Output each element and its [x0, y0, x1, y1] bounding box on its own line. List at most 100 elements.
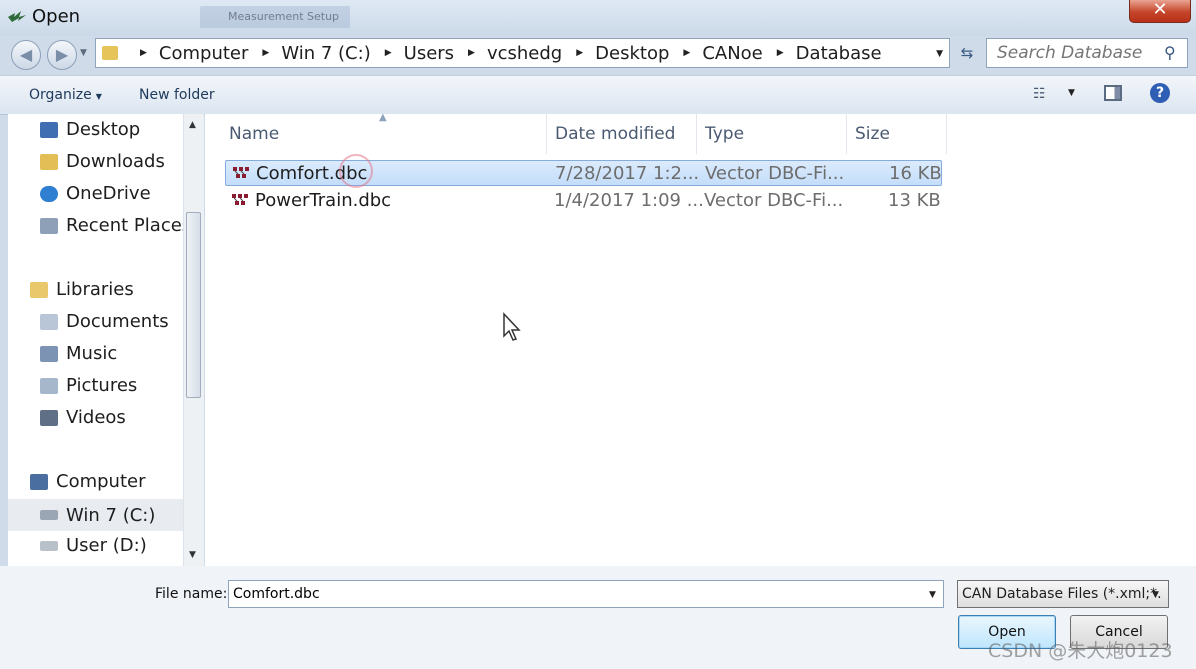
search-input[interactable]	[986, 38, 1188, 68]
chevron-down-icon: ▼	[95, 92, 102, 101]
sidebar-item-pictures[interactable]: Pictures	[40, 375, 137, 396]
dbc-file-icon	[232, 194, 248, 205]
music-icon	[40, 345, 58, 362]
navigation-scrollbar[interactable]: ▲ ▼	[183, 114, 204, 566]
sidebar-item-music[interactable]: Music	[40, 343, 117, 364]
column-divider[interactable]	[946, 114, 947, 154]
column-divider[interactable]	[546, 114, 547, 154]
sidebar-item-recent-places[interactable]: Recent Places	[40, 215, 191, 236]
preview-pane-icon[interactable]	[1104, 85, 1122, 101]
recent-places-icon	[40, 217, 58, 234]
background-window-title: Measurement Setup	[200, 6, 350, 28]
file-row-powertrain[interactable]: PowerTrain.dbc 1/4/2017 1:09 ... Vector …	[225, 188, 942, 214]
search-icon[interactable]: ⚲	[1164, 43, 1176, 62]
breadcrumb-item-canoe[interactable]: CANoe	[702, 43, 762, 64]
scroll-down-arrow-icon[interactable]: ▼	[189, 550, 196, 560]
breadcrumb-item-desktop[interactable]: Desktop	[595, 43, 669, 64]
documents-icon	[40, 313, 58, 330]
sidebar-item-drive-d[interactable]: User (D:)	[40, 535, 147, 556]
libraries-icon	[30, 281, 48, 298]
column-header-size[interactable]: Size	[855, 114, 890, 154]
address-dropdown-icon[interactable]: ▼	[936, 49, 943, 59]
help-icon[interactable]: ?	[1150, 83, 1170, 103]
view-options-icon[interactable]: ☷	[1033, 86, 1055, 102]
close-button[interactable]: ✕	[1129, 0, 1191, 23]
new-folder-button[interactable]: New folder	[139, 87, 215, 103]
sidebar-item-label: Win 7 (C:)	[66, 504, 156, 526]
column-divider[interactable]	[696, 114, 697, 154]
file-date-modified: 1/4/2017 1:09 ...	[554, 190, 704, 211]
sidebar-item-label: Pictures	[66, 375, 138, 396]
column-header-date-modified[interactable]: Date modified	[555, 114, 675, 154]
sidebar-item-videos[interactable]: Videos	[40, 407, 126, 428]
sidebar-item-label: Desktop	[66, 119, 141, 140]
organize-button[interactable]: Organize ▼	[29, 87, 102, 103]
breadcrumb-item-database[interactable]: Database	[796, 43, 882, 64]
breadcrumb-separator-icon[interactable]: ▶	[262, 48, 269, 58]
forward-button[interactable]: ▶	[47, 40, 77, 70]
breadcrumb-separator-icon[interactable]: ▶	[140, 48, 147, 58]
sidebar-item-drive-c[interactable]: Win 7 (C:)	[8, 499, 183, 531]
file-name-input[interactable]	[228, 580, 944, 608]
breadcrumb-item-computer[interactable]: Computer	[159, 43, 248, 64]
column-divider[interactable]	[846, 114, 847, 154]
drive-icon	[40, 510, 58, 520]
sidebar-item-libraries[interactable]: Libraries	[30, 279, 134, 300]
sidebar-item-label: Libraries	[56, 279, 134, 300]
file-type-select[interactable]: CAN Database Files (*.xml;*.	[957, 580, 1169, 608]
breadcrumb-separator-icon[interactable]: ▶	[777, 48, 784, 58]
sidebar-item-downloads[interactable]: Downloads	[40, 151, 165, 172]
file-name-dropdown-icon[interactable]: ▼	[929, 590, 936, 600]
computer-icon	[30, 473, 48, 490]
app-icon	[8, 11, 26, 22]
sidebar-item-label: Music	[66, 343, 118, 364]
file-type: Vector DBC-Fi...	[704, 190, 844, 211]
file-date-modified: 7/28/2017 1:2...	[555, 163, 700, 184]
file-type-dropdown-icon[interactable]: ▼	[1152, 590, 1159, 600]
sort-ascending-icon: ▲	[379, 112, 387, 123]
desktop-icon	[40, 121, 58, 138]
window-title: Open	[32, 6, 81, 27]
file-name: PowerTrain.dbc	[255, 190, 392, 211]
downloads-folder-icon	[40, 153, 58, 170]
breadcrumb-separator-icon[interactable]: ▶	[576, 48, 583, 58]
address-bar[interactable]: ▶ Computer ▶ Win 7 (C:) ▶ Users ▶ vcshed…	[95, 38, 950, 68]
sidebar-item-computer[interactable]: Computer	[30, 471, 145, 492]
breadcrumb: ▶ Computer ▶ Win 7 (C:) ▶ Users ▶ vcshed…	[126, 39, 882, 67]
sidebar-item-label: Documents	[66, 311, 169, 332]
command-bar: Organize ▼ New folder ☷ ▼ ?	[0, 75, 1196, 115]
sidebar-item-label: Recent Places	[66, 215, 192, 236]
sidebar-item-label: Downloads	[66, 151, 165, 172]
scrollbar-thumb[interactable]	[186, 212, 201, 398]
sidebar-item-desktop[interactable]: Desktop	[40, 119, 140, 140]
breadcrumb-item-drive[interactable]: Win 7 (C:)	[281, 43, 370, 64]
sidebar-item-documents[interactable]: Documents	[40, 311, 169, 332]
sidebar-item-onedrive[interactable]: OneDrive	[40, 183, 151, 204]
pictures-icon	[40, 377, 58, 394]
breadcrumb-item-users[interactable]: Users	[404, 43, 454, 64]
breadcrumb-separator-icon[interactable]: ▶	[468, 48, 475, 58]
sidebar-item-label: Computer	[56, 471, 146, 492]
breadcrumb-separator-icon[interactable]: ▶	[683, 48, 690, 58]
breadcrumb-separator-icon[interactable]: ▶	[385, 48, 392, 58]
file-size: 13 KB	[888, 190, 941, 211]
sidebar-item-label: User (D:)	[66, 535, 147, 556]
folder-icon	[102, 46, 118, 60]
breadcrumb-item-user[interactable]: vcshedg	[487, 43, 562, 64]
file-name-label: File name:	[155, 586, 228, 602]
back-button[interactable]: ◀	[11, 40, 41, 70]
onedrive-cloud-icon	[40, 185, 58, 202]
column-header-type[interactable]: Type	[705, 114, 744, 154]
file-size: 16 KB	[889, 163, 942, 184]
mouse-cursor-icon	[503, 312, 521, 341]
videos-icon	[40, 409, 58, 426]
title-bar: Open Measurement Setup ✕	[0, 0, 1196, 36]
drive-icon	[40, 540, 58, 551]
view-dropdown-icon[interactable]: ▼	[1068, 88, 1075, 98]
sidebar-item-label: OneDrive	[66, 183, 151, 204]
file-row-comfort[interactable]: Comfort.dbc 7/28/2017 1:2... Vector DBC-…	[225, 160, 942, 186]
column-header-name[interactable]: Name	[229, 114, 279, 154]
recent-locations-chevron-icon[interactable]: ▼	[80, 48, 87, 58]
scroll-up-arrow-icon[interactable]: ▲	[189, 120, 196, 130]
refresh-icon[interactable]: ⇆	[952, 38, 982, 68]
